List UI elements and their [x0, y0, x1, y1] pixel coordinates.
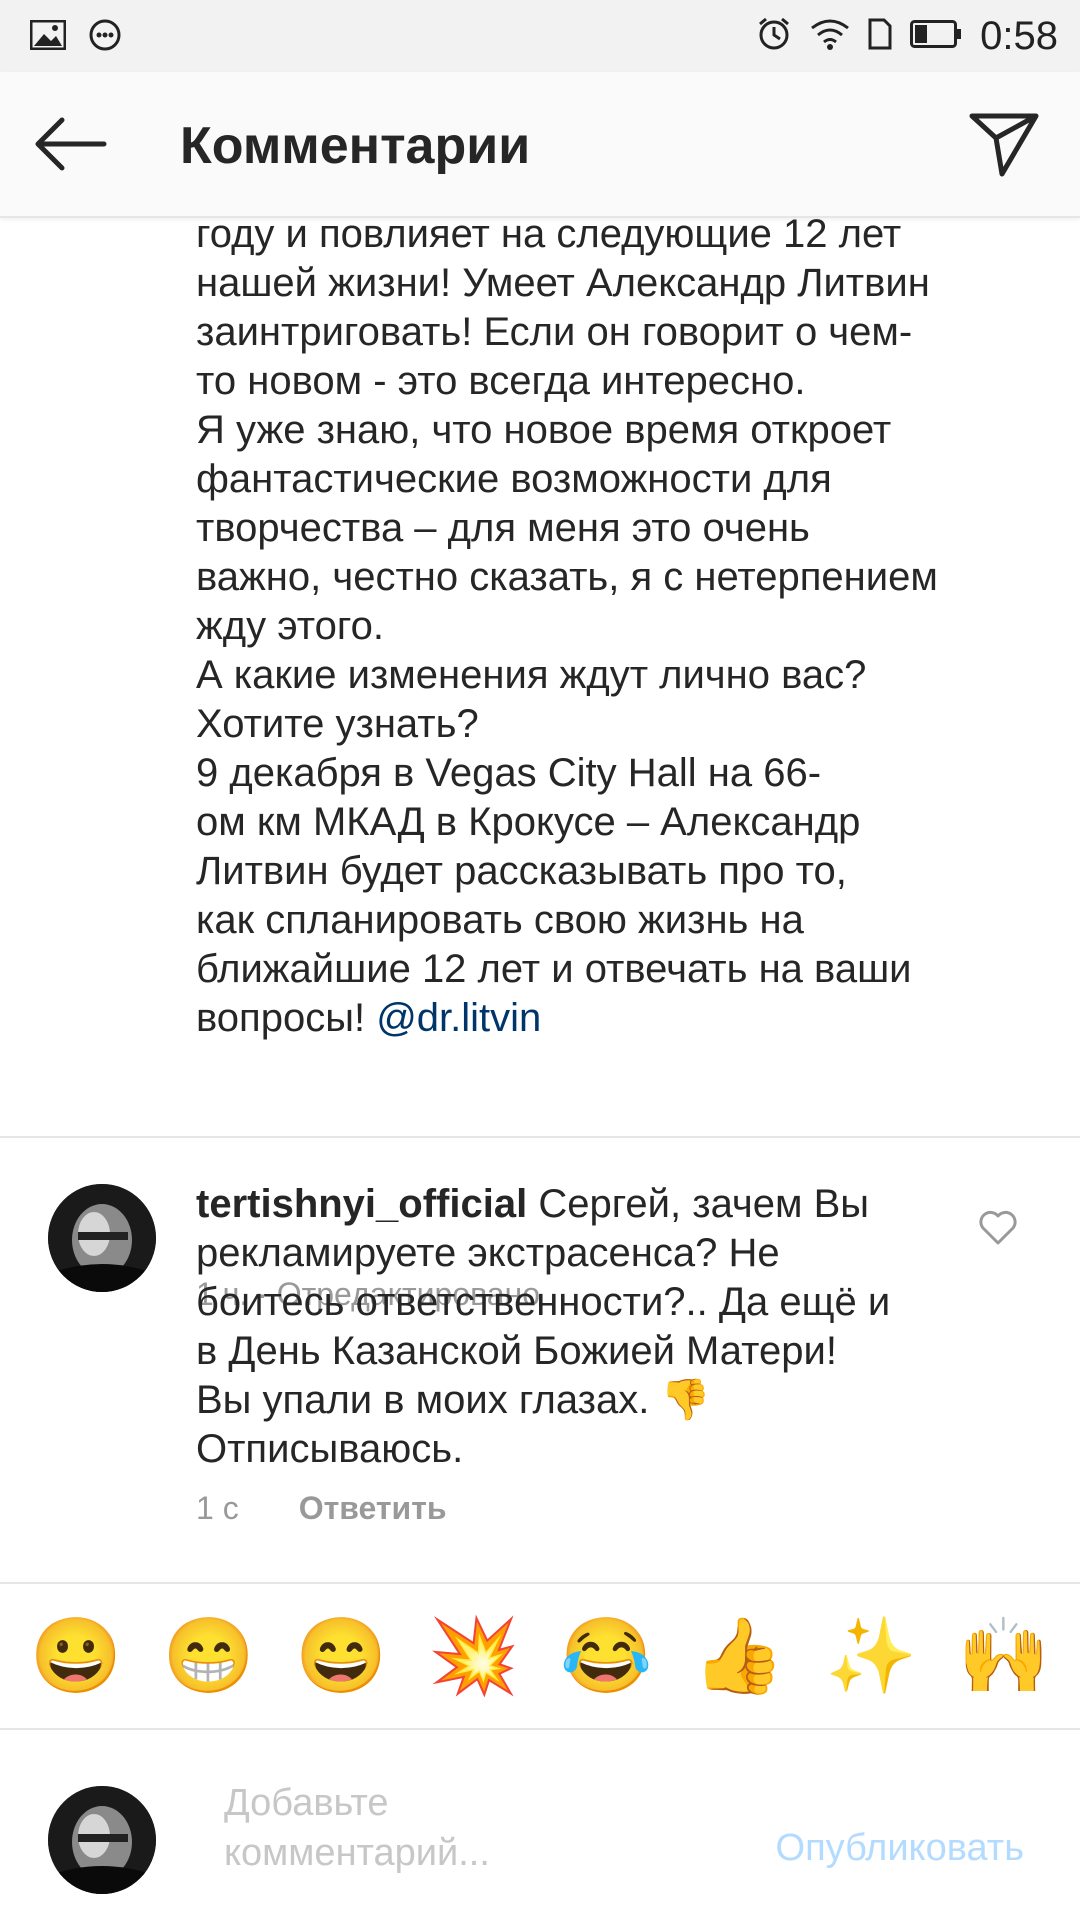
status-bar: 0:58 — [0, 0, 1080, 72]
comment-input[interactable] — [222, 1776, 586, 1890]
back-arrow-icon — [35, 117, 107, 171]
avatar[interactable] — [48, 1184, 156, 1292]
alarm-icon — [756, 16, 792, 57]
like-button[interactable] — [978, 1210, 1018, 1246]
clock: 0:58 — [980, 14, 1058, 58]
emoji-burst[interactable]: 💥 — [428, 1619, 520, 1693]
back-button[interactable] — [30, 112, 110, 176]
sim-icon — [868, 18, 892, 55]
avatar — [48, 1786, 156, 1894]
top-bar: Комментарии — [0, 72, 1080, 218]
comment-text: tertishnyi_official Сергей, зачем Вы рек… — [196, 1180, 896, 1474]
page-title: Комментарии — [180, 117, 531, 175]
publish-button[interactable]: Опубликовать — [770, 1826, 1030, 1871]
wifi-icon — [810, 18, 850, 55]
emoji-beaming[interactable]: 😁 — [163, 1619, 255, 1693]
comment-username[interactable]: tertishnyi_official — [196, 1182, 527, 1226]
reply-button[interactable]: Ответить — [299, 1490, 447, 1527]
emoji-tears-of-joy[interactable]: 😂 — [560, 1619, 652, 1693]
comment-continued-text: году и повлияет на следующие 12 лет наше… — [196, 210, 1026, 1043]
battery-icon — [910, 20, 962, 53]
emoji-laughing[interactable]: 😄 — [295, 1619, 387, 1693]
emoji-raised-hands[interactable]: 🙌 — [958, 1619, 1050, 1693]
comment-body: году и повлияет на следующие 12 лет наше… — [196, 212, 938, 1040]
image-notification-icon — [29, 19, 67, 55]
direct-share-button[interactable] — [964, 108, 1044, 180]
emoji-bar: 😀 😁 😄 💥 😂 👍 ✨ 🙌 — [0, 1584, 1080, 1728]
emoji-sparkles[interactable]: ✨ — [825, 1619, 917, 1693]
comment-composer: Опубликовать — [0, 1730, 1080, 1920]
heart-icon — [979, 1210, 1017, 1245]
comment-meta: 1 с Ответить — [196, 1490, 447, 1527]
divider — [0, 1136, 1080, 1138]
emoji-grinning[interactable]: 😀 — [30, 1619, 122, 1693]
emoji-thumbs-up[interactable]: 👍 — [693, 1619, 785, 1693]
mention-link[interactable]: @dr.litvin — [376, 996, 541, 1040]
paper-plane-icon — [969, 113, 1039, 177]
comment-time: 1 с — [196, 1490, 239, 1526]
chat-notification-icon — [88, 18, 122, 57]
